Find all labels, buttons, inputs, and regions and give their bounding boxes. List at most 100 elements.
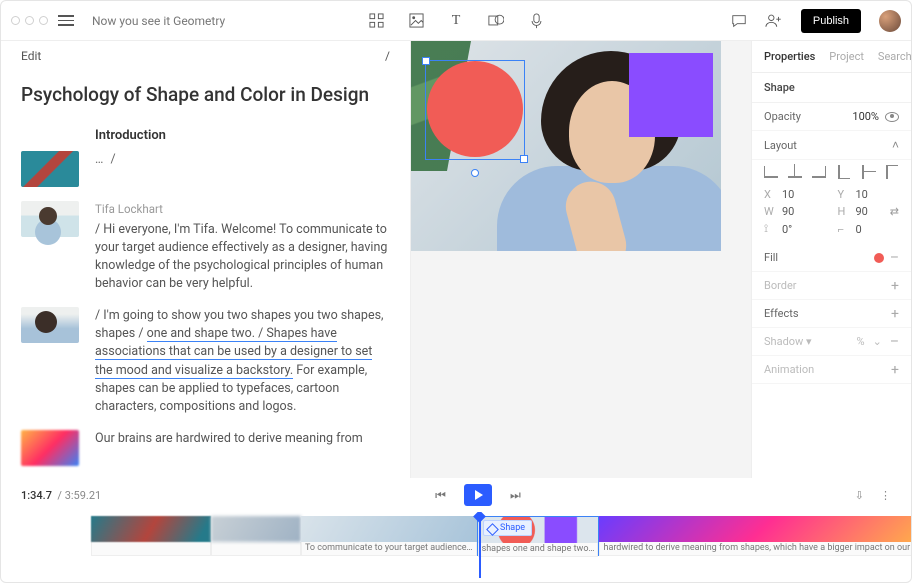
script-editor: Edit / Psychology of Shape and Color in … (1, 41, 411, 478)
shadow-visibility-icon[interactable]: ⌄ (873, 335, 882, 348)
align-bottom-icon[interactable] (886, 165, 898, 179)
animation-label: Animation (764, 363, 814, 376)
remove-fill-icon[interactable]: – (890, 253, 899, 263)
add-border-icon[interactable]: + (891, 281, 899, 291)
fill-row[interactable]: Fill – (752, 244, 911, 272)
play-button[interactable] (464, 484, 492, 506)
align-right-icon[interactable] (812, 166, 826, 178)
shadow-row[interactable]: Shadow ▾ % ⌄– (752, 328, 911, 356)
link-dimensions-icon[interactable]: ⇄ (890, 205, 899, 218)
video-stage[interactable] (411, 41, 721, 251)
animation-row[interactable]: Animation + (752, 356, 911, 384)
transcript-text[interactable]: / Hi everyone, I'm Tifa. Welcome! To com… (95, 222, 387, 291)
topbar: Now you see it Geometry T Publish (1, 1, 911, 41)
opacity-label: Opacity (764, 110, 801, 123)
project-title[interactable]: Now you see it Geometry (92, 14, 225, 28)
visibility-eye-icon[interactable] (885, 112, 899, 122)
h-value[interactable]: 90 (856, 205, 868, 218)
section-heading: Introduction (95, 128, 390, 143)
traffic-min[interactable] (25, 16, 34, 25)
timecode: 1:34.7 / 3:59.21 (21, 489, 101, 502)
shadow-percent-icon[interactable]: % (857, 335, 865, 348)
skip-back-icon[interactable]: ⏮ (435, 488, 446, 503)
corner-value[interactable]: 0 (856, 223, 862, 236)
h-label: H (838, 205, 850, 218)
clip-thumbnail[interactable] (21, 151, 79, 187)
editor-path-indicator: / (385, 49, 390, 63)
border-row[interactable]: Border + (752, 272, 911, 300)
align-middle-icon[interactable] (862, 165, 874, 179)
more-menu-icon[interactable]: ⋮ (880, 489, 891, 502)
opacity-value[interactable]: 100% (852, 110, 879, 123)
app-window: Now you see it Geometry T Publish (0, 0, 912, 583)
grid-tool-icon[interactable] (367, 12, 385, 30)
transcript-text[interactable]: Our brains are hardwired to derive meani… (95, 431, 363, 446)
x-value[interactable]: 10 (782, 188, 794, 201)
transport-bar: 1:34.7 / 3:59.21 ⏮ ⏭ ⇩ ⋮ (1, 478, 911, 512)
selection-handle[interactable] (471, 169, 479, 177)
timeline-clip[interactable] (211, 516, 301, 556)
image-tool-icon[interactable] (407, 12, 425, 30)
layout-label: Layout (764, 139, 797, 152)
timeline-clip[interactable]: To communicate to your target audience… (301, 516, 477, 556)
publish-button[interactable]: Publish (801, 9, 861, 33)
remove-shadow-icon[interactable]: – (890, 337, 899, 347)
canvas-column (411, 41, 751, 478)
speaker-label: Tifa Lockhart (95, 201, 390, 218)
share-people-icon[interactable] (765, 13, 783, 28)
layout-section-header[interactable]: Layout ˄ (752, 131, 911, 160)
timeline-playhead[interactable] (479, 512, 481, 578)
y-value[interactable]: 10 (856, 188, 868, 201)
editor-mode[interactable]: Edit (21, 49, 41, 63)
add-effect-icon[interactable]: + (891, 309, 899, 319)
doc-title: Psychology of Shape and Color in Design (21, 83, 390, 106)
clip-caption: hardwired to derive meaning from shapes,… (599, 542, 911, 556)
rotation-value[interactable]: 0° (782, 223, 792, 236)
fill-color-swatch[interactable] (874, 253, 884, 263)
menu-burger-icon[interactable] (58, 15, 74, 26)
align-top-icon[interactable] (838, 165, 850, 179)
align-center-icon[interactable] (788, 166, 802, 178)
selection-box[interactable] (425, 60, 525, 160)
transform-grid: X10 Y10 W90 H90⇄ ⟟0° ⌐0 (752, 184, 911, 244)
effects-row[interactable]: Effects + (752, 300, 911, 328)
skip-forward-icon[interactable]: ⏭ (510, 488, 521, 503)
rotation-label: ⟟ (764, 222, 776, 236)
clip-thumbnail[interactable] (21, 201, 79, 237)
add-animation-icon[interactable]: + (891, 365, 899, 375)
window-traffic-lights (11, 16, 48, 25)
border-label: Border (764, 279, 797, 292)
inspector-panel: Properties Project Search Shape Opacity … (751, 41, 911, 478)
ellipsis-text: … / (95, 152, 118, 167)
tab-properties[interactable]: Properties (764, 50, 815, 63)
text-tool-icon[interactable]: T (447, 12, 465, 30)
selected-element-label: Shape (752, 73, 911, 103)
align-left-icon[interactable] (764, 166, 778, 178)
mic-tool-icon[interactable] (527, 12, 545, 30)
timeline[interactable]: To communicate to your target audience… … (1, 512, 911, 582)
clip-thumbnail[interactable] (21, 307, 79, 343)
w-value[interactable]: 90 (782, 205, 794, 218)
purple-square-shape[interactable] (629, 53, 713, 137)
clip-caption: To communicate to your target audience… (301, 542, 477, 556)
script-block: … / (21, 151, 390, 187)
tab-project[interactable]: Project (829, 50, 864, 63)
top-toolbar: T (367, 12, 545, 30)
shadow-label: Shadow ▾ (764, 335, 812, 348)
tab-search[interactable]: Search (878, 50, 912, 63)
clip-thumbnail[interactable] (21, 430, 79, 466)
comment-icon[interactable] (731, 13, 747, 29)
timeline-shape-tag[interactable]: Shape (483, 520, 532, 536)
chevron-up-icon[interactable]: ˄ (892, 138, 899, 152)
user-avatar[interactable] (879, 10, 901, 32)
document-body[interactable]: Psychology of Shape and Color in Design … (1, 67, 410, 478)
timeline-clip[interactable]: hardwired to derive meaning from shapes,… (599, 516, 911, 556)
script-block: / I'm going to show you two shapes you t… (21, 307, 390, 416)
timeline-settings-icon[interactable]: ⇩ (855, 489, 864, 502)
y-label: Y (838, 188, 850, 201)
opacity-row[interactable]: Opacity 100% (752, 103, 911, 131)
shape-tool-icon[interactable] (487, 12, 505, 30)
timeline-clip[interactable] (91, 516, 211, 556)
traffic-max[interactable] (39, 16, 48, 25)
traffic-close[interactable] (11, 16, 20, 25)
